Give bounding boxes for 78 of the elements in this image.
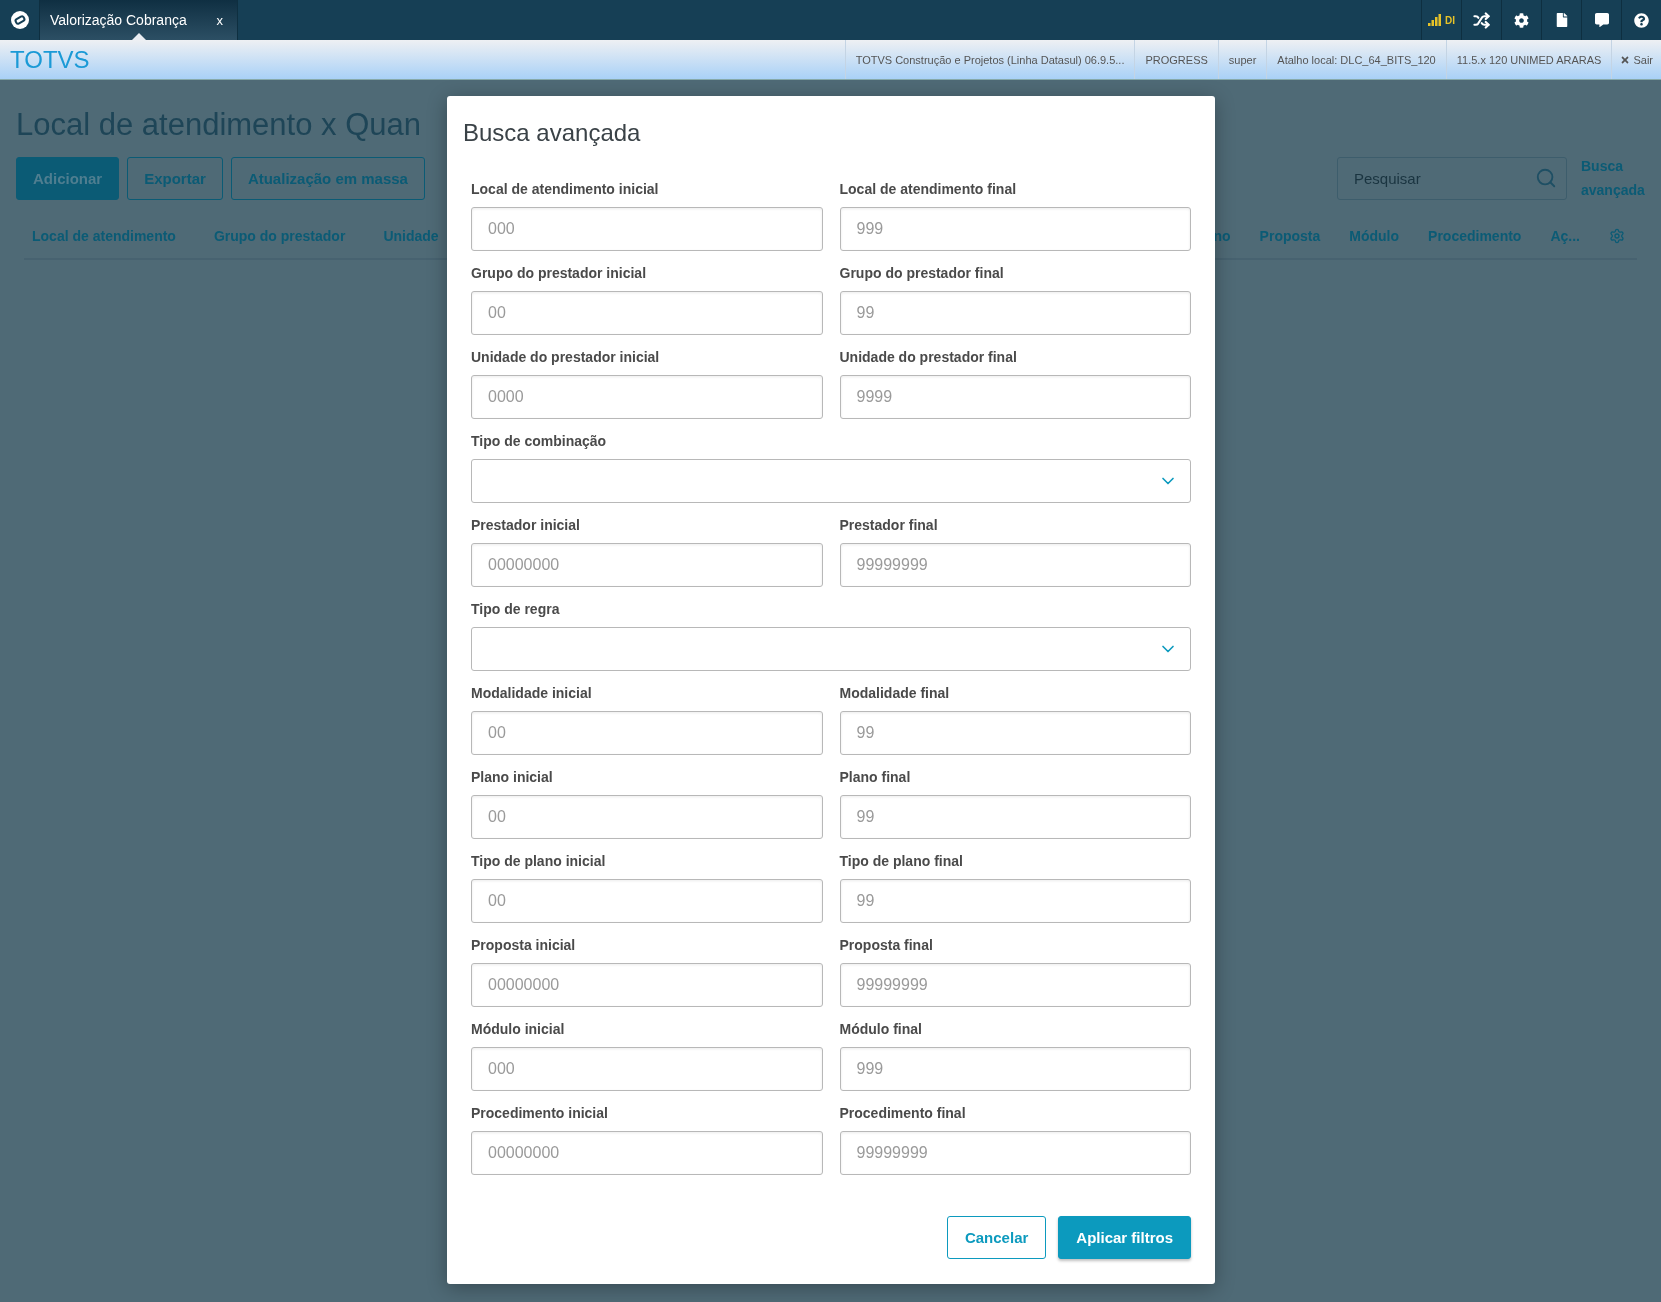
settings-icon [1514,12,1529,28]
chat-icon [1594,13,1609,27]
app-logo-icon[interactable] [9,10,30,30]
input-field[interactable]: 00000000 [471,963,823,1007]
signal-icon [1428,14,1442,26]
field-label: Módulo final [839,1020,923,1039]
connection-label: DI [1445,14,1455,26]
input-field[interactable]: 99 [839,879,1191,923]
input-field[interactable]: 999 [839,1047,1191,1091]
app-tab[interactable]: Valorização Cobrança x [40,0,238,40]
field-label: Tipo de plano inicial [471,852,607,871]
tab-label: Valorização Cobrança [50,12,187,28]
input-field[interactable]: 000 [471,1047,823,1091]
column-header[interactable]: Aç... [1550,228,1580,244]
input-field[interactable]: 00000000 [471,543,823,587]
field-label: Procedimento inicial [471,1104,609,1123]
input-field[interactable]: 99 [839,291,1191,335]
select-field[interactable] [471,627,1191,671]
input-field[interactable]: 00 [471,291,823,335]
brand-logo: TOTVS [9,45,91,74]
input-field[interactable]: 99999999 [839,543,1191,587]
tab-close-button[interactable]: x [216,12,223,28]
action-button[interactable]: Exportar [127,156,223,200]
document-icon [1554,13,1569,27]
field-label: Plano inicial [471,768,554,787]
field-label: Módulo inicial [471,1020,566,1039]
session-info: Atalho local: DLC_64_BITS_120 [1266,40,1446,79]
input-field[interactable]: 9999 [839,375,1191,419]
shuffle-icon [1473,11,1490,29]
input-field[interactable]: 99 [839,711,1191,755]
logout-button[interactable]: Sair [1611,40,1661,79]
advanced-search-link[interactable]: Busca avançada [1581,154,1645,202]
session-info: PROGRESS [1134,40,1218,79]
input-field[interactable]: 99 [839,795,1191,839]
field-label: Procedimento final [839,1104,967,1123]
input-field[interactable]: 00 [471,795,823,839]
session-info: super [1217,40,1267,79]
field-label: Prestador inicial [471,516,581,535]
dialog-title: Busca avançada [463,118,642,148]
column-header[interactable]: Proposta [1259,228,1321,244]
session-info: TOTVS Construção e Projetos (Linha Datasul) 06.9.5... [844,40,1135,79]
column-header[interactable]: Procedimento [1428,228,1522,244]
field-label: Local de atendimento final [839,180,1018,199]
column-header[interactable]: Local de atendimento [32,228,176,244]
column-header[interactable]: Módulo [1349,228,1400,244]
action-button[interactable]: Atualização em massa [230,156,425,200]
action-button[interactable]: Adicionar [16,156,120,200]
field-label: Proposta final [839,936,934,955]
input-field[interactable]: 99999999 [839,1131,1191,1175]
input-field[interactable]: 0000 [471,375,823,419]
dialog-button[interactable]: Cancelar [946,1216,1047,1259]
field-label: Grupo do prestador inicial [471,264,648,283]
field-label: Local de atendimento inicial [471,180,660,199]
help-icon [1634,12,1649,28]
select-field[interactable] [471,459,1191,503]
field-label: Tipo de combinação [471,432,608,451]
input-field[interactable]: 00 [471,879,823,923]
input-field[interactable]: 00 [471,711,823,755]
field-label: Modalidade inicial [471,684,593,703]
field-label: Prestador final [839,516,939,535]
input-field[interactable]: 00000000 [471,1131,823,1175]
column-header[interactable]: Unidade [383,228,439,244]
input-field[interactable]: 000 [471,207,823,251]
session-info: 11.5.x 120 UNIMED ARARAS [1445,40,1612,79]
field-label: Unidade do prestador final [839,348,1018,367]
field-label: Unidade do prestador inicial [471,348,661,367]
field-label: Tipo de regra [471,600,561,619]
dialog-button[interactable]: Aplicar filtros [1058,1216,1191,1259]
input-field[interactable]: 999 [839,207,1191,251]
close-icon [1620,54,1631,65]
field-label: Modalidade final [839,684,951,703]
field-label: Tipo de plano final [839,852,964,871]
field-label: Plano final [839,768,912,787]
column-header[interactable]: Grupo do prestador [213,228,346,244]
field-label: Proposta inicial [471,936,577,955]
field-label: Grupo do prestador final [839,264,1005,283]
search-icon [1535,166,1557,189]
input-field[interactable]: 99999999 [839,963,1191,1007]
